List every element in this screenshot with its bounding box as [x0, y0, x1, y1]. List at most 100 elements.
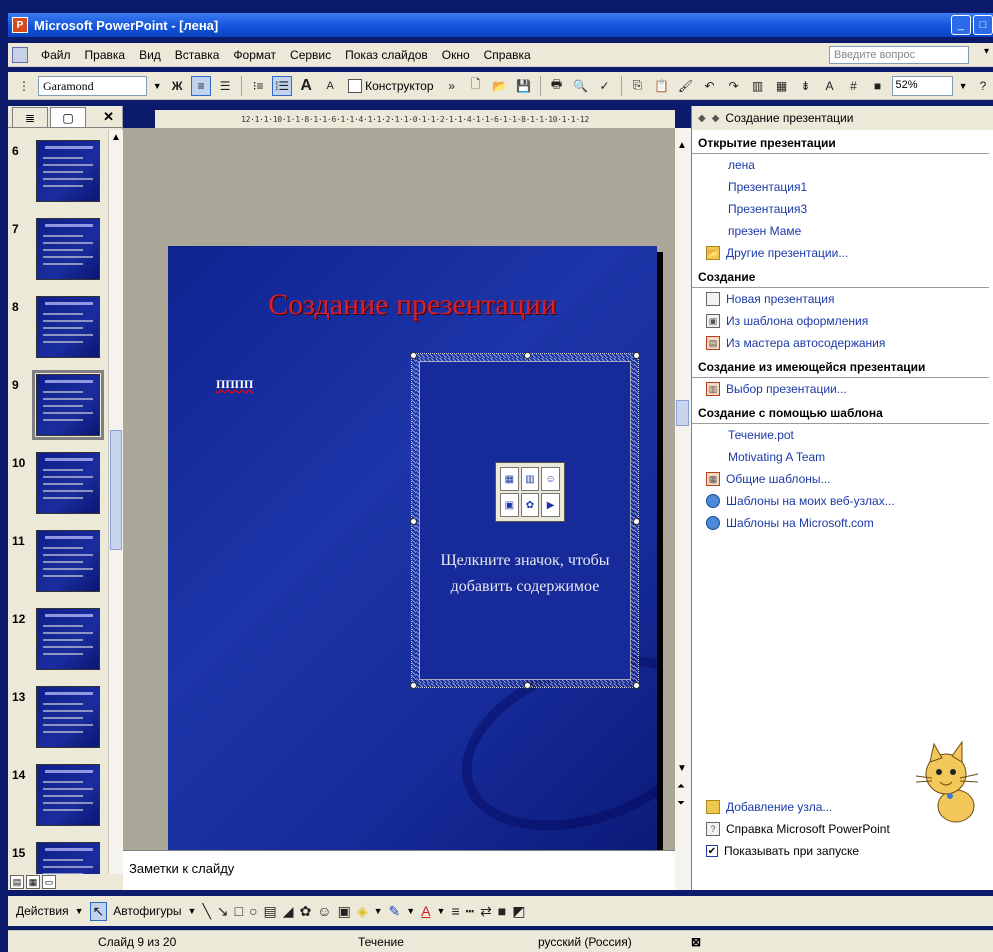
tab-outline[interactable]: ≣ — [12, 107, 48, 127]
rectangle-tool-icon[interactable]: □ — [235, 903, 243, 919]
undo-icon[interactable]: ↶ — [700, 76, 720, 96]
slide-scrollbar[interactable]: ▲ ▼ ⏶ ⏷ — [675, 128, 691, 850]
task-pane-title[interactable]: Создание презентации — [725, 111, 853, 125]
select-pointer-icon[interactable]: ↖ — [89, 901, 108, 921]
designer-button[interactable]: Конструктор — [344, 78, 437, 93]
slide-title[interactable]: Создание презентации — [168, 288, 657, 322]
print-icon[interactable]: 🖶 — [547, 76, 567, 96]
chevron-down-icon[interactable]: ▼ — [406, 906, 415, 916]
slideshow-icon[interactable]: ▭ — [42, 875, 56, 889]
content-placeholder[interactable]: ▦ ▥ ☺ ▣ ✿ ▶ Щелкните значок, чтобы добав… — [410, 352, 640, 689]
notes-scrollbar[interactable] — [675, 850, 691, 890]
open-folder-icon[interactable]: 📂 — [490, 76, 510, 96]
insert-chart-icon[interactable]: ▥ — [748, 76, 768, 96]
slide-thumbnail[interactable]: 13 — [10, 686, 106, 754]
format-painter-icon[interactable]: 🖌 — [676, 76, 696, 96]
align-left-button[interactable]: ≡ — [191, 75, 212, 96]
slide-thumbnail[interactable]: 9 — [10, 370, 106, 442]
insert-diagram-icon[interactable]: ✿ — [520, 493, 540, 517]
oval-tool-icon[interactable]: ○ — [249, 903, 257, 919]
resize-handle[interactable] — [524, 352, 531, 359]
notes-pane[interactable]: Заметки к слайду — [123, 850, 675, 890]
copy-icon[interactable]: ⎘ — [628, 76, 648, 96]
task-pane-link[interactable]: Презентация3 — [692, 198, 993, 220]
actions-menu[interactable]: Действия — [16, 904, 69, 918]
font-color-icon[interactable]: A — [421, 903, 430, 919]
task-pane-link[interactable]: Шаблоны на моих веб-узлах... — [692, 490, 993, 512]
fill-color-icon[interactable]: ◈ — [357, 903, 368, 920]
scroll-down-icon[interactable]: ▼ — [677, 763, 687, 774]
menu-tools[interactable]: Сервис — [283, 48, 338, 62]
task-pane-link[interactable]: ▤ Из мастера автосодержания — [692, 332, 993, 354]
task-pane-link[interactable]: Течение.pot — [692, 424, 993, 446]
resize-handle[interactable] — [524, 682, 531, 689]
align-center-button[interactable]: ☰ — [215, 76, 235, 96]
insert-chart-icon[interactable]: ▥ — [520, 467, 540, 491]
redo-icon[interactable]: ↷ — [724, 76, 744, 96]
insert-media-icon[interactable]: ▶ — [541, 493, 560, 517]
slide-thumbnail[interactable]: 15 — [10, 842, 106, 874]
expand-all-icon[interactable]: ⇟ — [796, 76, 816, 96]
resize-handle[interactable] — [633, 352, 640, 359]
new-file-icon[interactable]: 🗋 — [466, 76, 486, 96]
paste-icon[interactable]: 📋 — [652, 76, 672, 96]
task-pane-link[interactable]: презен Маме — [692, 220, 993, 242]
numbering-button[interactable]: ⁝≡ — [248, 76, 268, 96]
task-pane-link[interactable]: Motivating A Team — [692, 446, 993, 468]
insert-table-icon[interactable]: ▦ — [772, 76, 792, 96]
back-icon[interactable]: ◆ — [698, 113, 706, 124]
task-pane-link[interactable]: 📂 Другие презентации... — [692, 242, 993, 264]
show-on-start-checkbox[interactable]: ✔ Показывать при запуске — [692, 840, 993, 862]
print-preview-icon[interactable]: 🔍 — [571, 76, 591, 96]
insert-picture-icon[interactable]: ▣ — [500, 493, 519, 517]
zoom-box[interactable]: 52% — [891, 75, 954, 96]
powerpoint-help-link[interactable]: ? Справка Microsoft PowerPoint — [692, 818, 993, 840]
document-icon[interactable] — [12, 46, 28, 63]
chevron-down-icon[interactable]: ▼ — [957, 81, 969, 91]
help-question-input[interactable]: Введите вопрос — [829, 46, 969, 64]
arrow-tool-icon[interactable]: ↘ — [217, 903, 229, 920]
maximize-button[interactable]: □ — [973, 15, 993, 35]
slide-thumbnail[interactable]: 12 — [10, 608, 106, 676]
scroll-thumb[interactable] — [110, 430, 122, 550]
task-pane-link[interactable]: Шаблоны на Microsoft.com — [692, 512, 993, 534]
slide-thumbnail[interactable]: 7 — [10, 218, 106, 286]
task-pane-link[interactable]: ▥ Выбор презентации... — [692, 378, 993, 400]
slide-thumbnail[interactable]: 8 — [10, 296, 106, 364]
save-icon[interactable]: 💾 — [514, 76, 534, 96]
increase-font-button[interactable]: A — [296, 76, 316, 96]
task-pane-link[interactable]: ▣ Из шаблона оформления — [692, 310, 993, 332]
show-formatting-icon[interactable]: A — [820, 76, 840, 96]
help-button[interactable]: ? — [973, 76, 993, 96]
task-pane-link[interactable]: Презентация1 — [692, 176, 993, 198]
textbox-tool-icon[interactable]: ▤ — [264, 903, 277, 920]
menu-format[interactable]: Формат — [226, 48, 283, 62]
powerpoint-icon[interactable]: P — [12, 17, 28, 33]
line-style-icon[interactable]: ≡ — [451, 903, 459, 919]
current-slide[interactable]: Создание презентации ПППП ▦ ▥ ☺ ▣ ✿ ▶ Ще… — [168, 246, 657, 863]
resize-handle[interactable] — [410, 352, 417, 359]
slide-thumbnail[interactable]: 6 — [10, 140, 106, 208]
bold-button[interactable]: Ж — [167, 76, 187, 96]
task-pane-link[interactable]: ▦ Общие шаблоны... — [692, 468, 993, 490]
chevron-down-icon[interactable]: ▼ — [374, 906, 383, 916]
tab-slides[interactable]: ▢ — [50, 107, 86, 127]
menu-help[interactable]: Справка — [477, 48, 538, 62]
chevron-down-icon[interactable]: ▾ — [984, 46, 989, 57]
wordart-icon[interactable]: ◢ — [283, 903, 294, 920]
color-grayscale-icon[interactable]: ■ — [868, 76, 888, 96]
spelling-status-icon[interactable]: ⊠ — [691, 935, 701, 949]
font-name-box[interactable]: Garamond — [38, 75, 148, 96]
menu-file[interactable]: Файл — [34, 48, 78, 62]
next-slide-icon[interactable]: ⏷ — [677, 798, 685, 809]
menu-view[interactable]: Вид — [132, 48, 168, 62]
toolbar-options-icon[interactable]: » — [442, 76, 462, 96]
line-tool-icon[interactable]: ╲ — [202, 903, 210, 920]
resize-handle[interactable] — [410, 518, 417, 525]
minimize-button[interactable]: _ — [951, 15, 971, 35]
scroll-up-icon[interactable]: ▲ — [111, 132, 121, 143]
menu-insert[interactable]: Вставка — [168, 48, 227, 62]
clipart-icon[interactable]: ☺ — [317, 903, 331, 919]
insert-clipart-icon[interactable]: ☺ — [541, 467, 560, 491]
previous-slide-icon[interactable]: ⏶ — [677, 781, 685, 792]
